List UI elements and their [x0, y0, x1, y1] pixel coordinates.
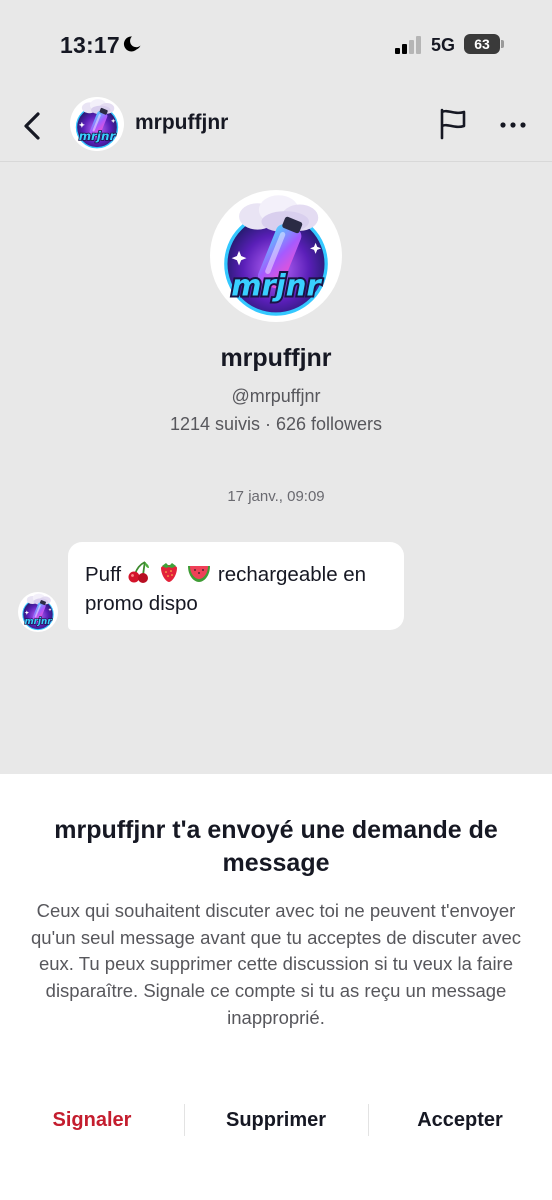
brand-logo-icon [210, 190, 342, 322]
chat-header: mrpuffjnr [0, 90, 552, 162]
back-arrow-icon[interactable] [18, 108, 48, 144]
watermelon-emoji-icon [188, 566, 211, 582]
strawberry-emoji-icon [160, 563, 177, 582]
status-time: 13:17 [60, 32, 120, 58]
sheet-title: mrpuffjnr t'a envoyé une demande de mess… [54, 816, 498, 877]
sender-avatar[interactable] [18, 592, 58, 632]
sheet-actions: Signaler Supprimer Accepter [0, 1100, 552, 1140]
message-bubble[interactable]: Puff rechargeable en promo dispo [68, 542, 404, 630]
more-options-icon[interactable] [496, 110, 530, 140]
header-avatar[interactable] [70, 97, 124, 151]
report-button[interactable]: Signaler [0, 1100, 184, 1140]
profile-name: mrpuffjnr [220, 344, 332, 372]
cellular-signal-icon [395, 36, 421, 54]
profile-handle: @mrpuffjnr [231, 386, 321, 406]
delete-button[interactable]: Supprimer [184, 1100, 368, 1140]
status-bar: 13:17 5G 63 [0, 0, 552, 90]
message-timestamp: 17 janv., 09:09 [227, 488, 325, 505]
brand-logo-icon [18, 592, 58, 632]
profile-avatar[interactable] [210, 190, 342, 322]
report-flag-icon[interactable] [436, 106, 470, 142]
cherries-emoji-icon [128, 561, 149, 583]
message-text-prefix: Puff [85, 563, 122, 586]
battery-cap [501, 40, 504, 48]
network-label: 5G [431, 35, 456, 55]
sheet-description: Ceux qui souhaitent discuter avec toi ne… [31, 900, 521, 1028]
message-request-sheet: mrpuffjnr t'a envoyé une demande de mess… [0, 774, 552, 1200]
moon-icon [123, 36, 141, 52]
battery-icon: 63 [464, 34, 504, 54]
accept-button[interactable]: Accepter [368, 1100, 552, 1140]
message-text-suffix: rechargeable en [217, 563, 367, 586]
header-username[interactable]: mrpuffjnr [135, 111, 228, 135]
message-text-line2: promo dispo [85, 592, 198, 615]
brand-logo-icon [70, 97, 124, 151]
profile-stats: 1214 suivis · 626 followers [169, 414, 383, 434]
battery-level: 63 [464, 34, 500, 54]
